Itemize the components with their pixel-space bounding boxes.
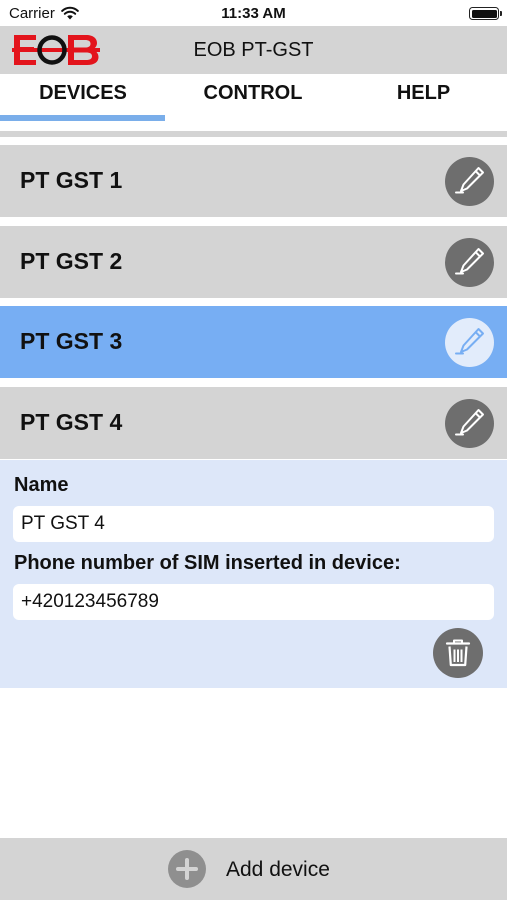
device-name: PT GST 3	[20, 328, 123, 354]
name-input[interactable]	[13, 506, 494, 542]
edit-device-button[interactable]	[445, 318, 494, 367]
edit-device-button[interactable]	[445, 238, 494, 287]
app-header: EOB PT-GST	[0, 26, 507, 74]
pencil-icon	[455, 248, 484, 275]
plus-circle-icon	[168, 850, 206, 888]
app-title: EOB PT-GST	[193, 39, 314, 61]
device-row-4[interactable]: PT GST 4	[0, 387, 507, 459]
add-device-label: Add device	[226, 858, 330, 881]
pencil-icon	[455, 328, 484, 355]
device-row-1[interactable]: PT GST 1	[0, 145, 507, 217]
active-tab-indicator	[0, 115, 165, 121]
edit-device-button[interactable]	[445, 157, 494, 206]
phone-input[interactable]	[13, 584, 494, 620]
pencil-icon	[455, 167, 484, 194]
device-row-2[interactable]: PT GST 2	[0, 226, 507, 298]
device-name: PT GST 2	[20, 248, 123, 274]
tab-bar: DEVICES CONTROL HELP	[0, 74, 507, 124]
status-bar: Carrier 11:33 AM	[0, 0, 507, 26]
clock: 11:33 AM	[221, 5, 286, 22]
delete-device-button[interactable]	[433, 628, 483, 678]
tab-help[interactable]: HELP	[340, 82, 507, 105]
tab-devices[interactable]: DEVICES	[0, 82, 166, 105]
device-name: PT GST 1	[20, 167, 123, 193]
header-separator	[0, 131, 507, 137]
device-row-3[interactable]: PT GST 3	[0, 306, 507, 378]
tab-control[interactable]: CONTROL	[170, 82, 336, 105]
pencil-icon	[455, 409, 484, 436]
add-device-button[interactable]: Add device	[168, 850, 368, 890]
battery-icon	[469, 7, 502, 20]
trash-icon	[445, 639, 471, 667]
bottom-bar: Add device	[0, 838, 507, 900]
phone-label: Phone number of SIM inserted in device:	[14, 552, 401, 574]
device-name: PT GST 4	[20, 409, 123, 435]
name-label: Name	[14, 474, 69, 496]
device-edit-panel: Name Phone number of SIM inserted in dev…	[0, 460, 507, 688]
edit-device-button[interactable]	[445, 399, 494, 448]
